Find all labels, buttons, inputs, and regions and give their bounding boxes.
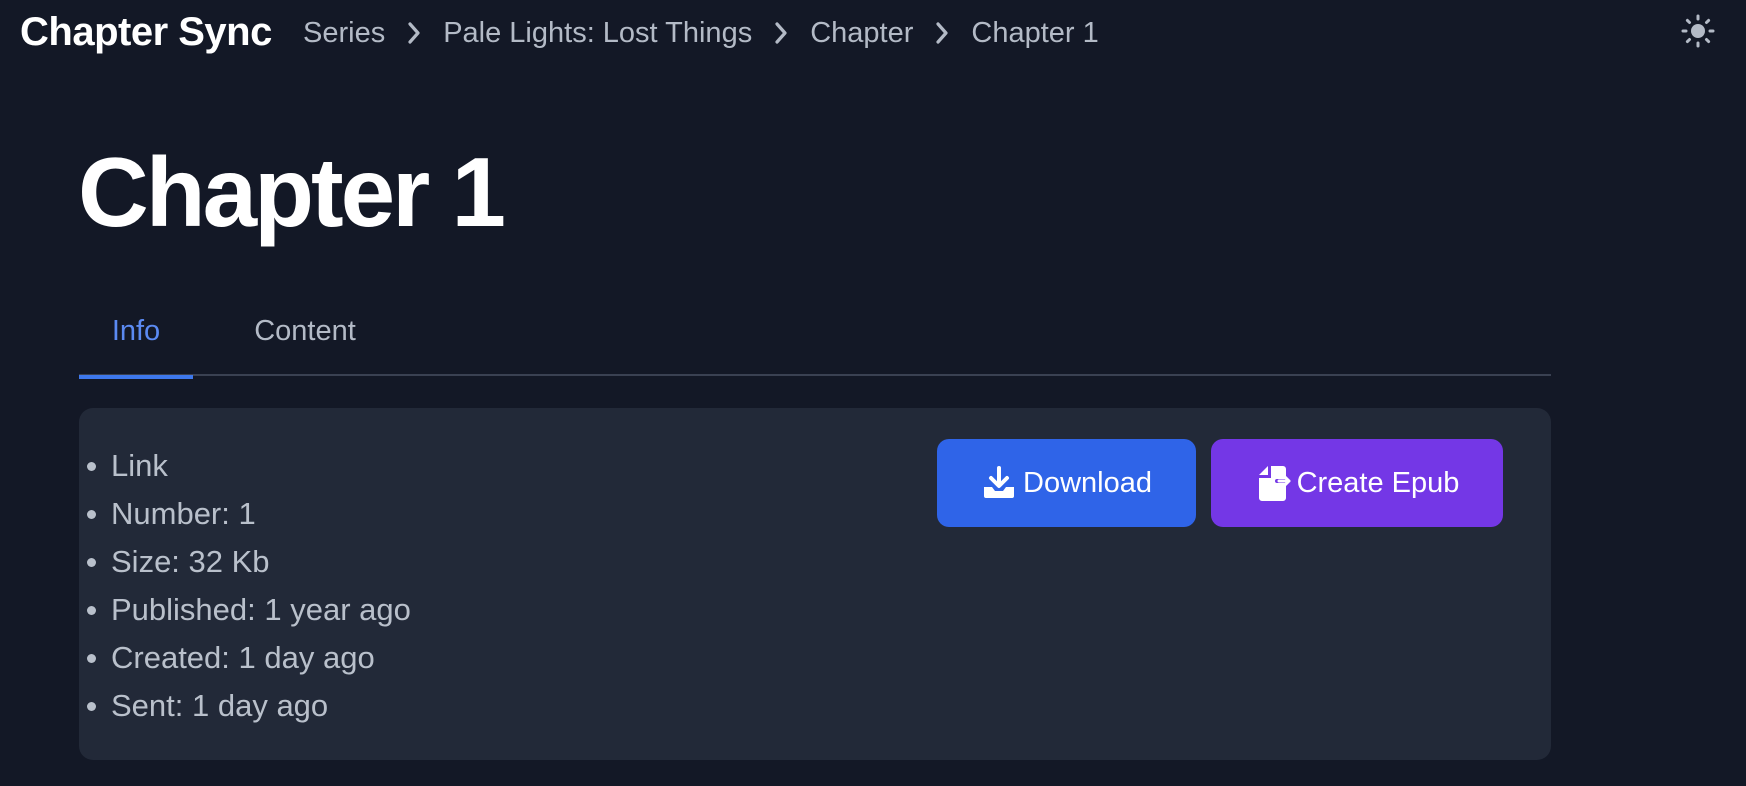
create-epub-button[interactable]: Create Epub xyxy=(1211,439,1503,527)
theme-toggle-button[interactable] xyxy=(1679,14,1717,52)
tab-content[interactable]: Content xyxy=(237,286,373,376)
file-export-icon xyxy=(1255,463,1291,503)
create-epub-button-label: Create Epub xyxy=(1296,466,1460,499)
breadcrumb-current[interactable]: Chapter 1 xyxy=(971,14,1098,52)
download-button[interactable]: Download xyxy=(937,439,1196,527)
page-title: Chapter 1 xyxy=(78,137,506,247)
breadcrumb-chapter[interactable]: Chapter xyxy=(810,14,913,52)
sun-icon xyxy=(1681,14,1715,53)
chevron-right-icon xyxy=(752,14,810,52)
tab-bar: Info Content xyxy=(79,286,1551,379)
chevron-right-icon xyxy=(913,14,971,52)
bullet xyxy=(87,510,96,519)
download-button-label: Download xyxy=(1023,466,1152,499)
bullet xyxy=(87,558,96,567)
info-card: Link Number: 1 Size: 32 Kb Published: 1 … xyxy=(79,408,1551,760)
chapter-link[interactable]: Link xyxy=(111,448,168,483)
breadcrumb-series-name[interactable]: Pale Lights: Lost Things xyxy=(443,14,752,52)
info-sent-text: Sent: 1 day ago xyxy=(111,688,329,723)
download-tray-icon xyxy=(981,465,1017,501)
top-navbar: Chapter Sync Series Pale Lights: Lost Th… xyxy=(0,0,1746,66)
breadcrumb: Series Pale Lights: Lost Things Chapter … xyxy=(303,14,1099,52)
bullet xyxy=(87,462,96,471)
info-number-text: Number: 1 xyxy=(111,496,256,531)
info-list: Link Number: 1 Size: 32 Kb Published: 1 … xyxy=(87,442,411,730)
info-item-sent: Sent: 1 day ago xyxy=(87,682,411,730)
info-item-published: Published: 1 year ago xyxy=(87,586,411,634)
info-item-number: Number: 1 xyxy=(87,490,411,538)
bullet xyxy=(87,654,96,663)
info-created-text: Created: 1 day ago xyxy=(111,640,375,675)
breadcrumb-series[interactable]: Series xyxy=(303,14,385,52)
chevron-right-icon xyxy=(385,14,443,52)
bullet xyxy=(87,606,96,615)
tab-info[interactable]: Info xyxy=(79,286,193,379)
bullet xyxy=(87,702,96,711)
info-item-link[interactable]: Link xyxy=(87,442,411,490)
info-size-text: Size: 32 Kb xyxy=(111,544,270,579)
info-published-text: Published: 1 year ago xyxy=(111,592,411,627)
brand-link[interactable]: Chapter Sync xyxy=(20,8,272,56)
info-item-size: Size: 32 Kb xyxy=(87,538,411,586)
info-item-created: Created: 1 day ago xyxy=(87,634,411,682)
